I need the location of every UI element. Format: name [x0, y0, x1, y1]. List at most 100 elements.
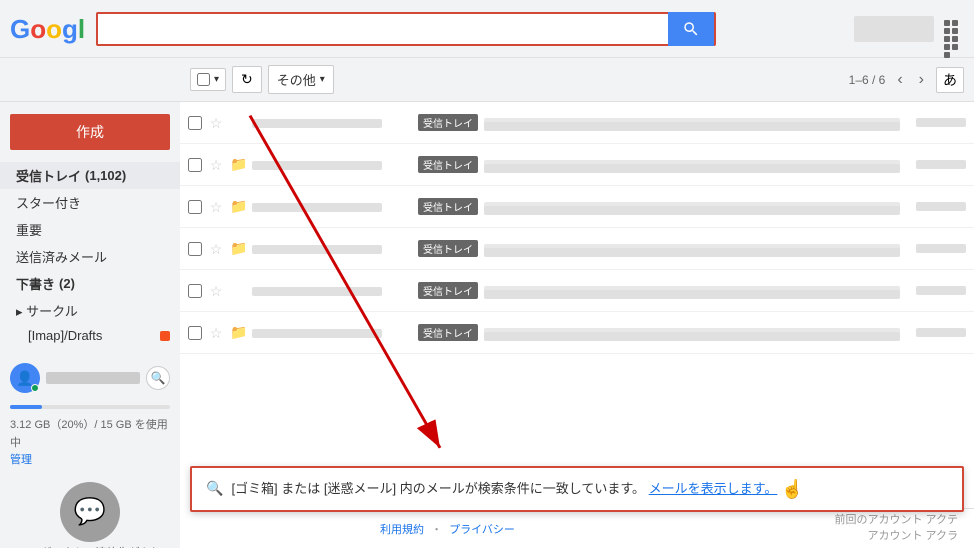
cursor-icon: ☝ [781, 479, 803, 500]
email-subject [484, 160, 900, 170]
row-checkbox[interactable] [188, 242, 202, 256]
sender [252, 199, 412, 214]
show-emails-link[interactable]: メールを表示します。 [649, 481, 778, 496]
folder-icon: 📁 [230, 156, 246, 173]
table-row[interactable]: ☆ 受信トレイ [180, 102, 974, 144]
hangouts-section: 💬 ハングアウトの連絡先があり ません ユーザーを招待 [0, 474, 180, 548]
sidebar-item-drafts[interactable]: 下書き (2) [0, 270, 180, 297]
circles-label: ▸ サークル [16, 301, 78, 320]
email-time [906, 243, 966, 255]
email-label-inbox: 受信トレイ [418, 324, 478, 341]
drafts-label: 下書き [16, 274, 55, 293]
toolbar-left: ▾ ↻ その他 ▾ [190, 65, 334, 94]
footer-left: 利用規約 ・ プライバシー [376, 521, 519, 537]
table-row[interactable]: ☆ 📁 受信トレイ [180, 186, 974, 228]
table-row[interactable]: ☆ 📁 受信トレイ [180, 144, 974, 186]
storage-fill [10, 405, 42, 409]
notification-bar: 🔍 [ゴミ箱] または [迷惑メール] 内のメールが検索条件に一致しています。 … [190, 466, 964, 512]
email-label-inbox: 受信トレイ [418, 240, 478, 257]
drafts-badge: (2) [59, 276, 75, 291]
language-button[interactable]: あ [936, 67, 964, 93]
star-icon[interactable]: ☆ [208, 115, 224, 131]
search-button[interactable] [668, 12, 714, 46]
more-dropdown[interactable]: その他 ▾ [268, 65, 334, 94]
storage-bar [10, 405, 170, 409]
footer-right: 前回のアカウント アクテ アカウント アクラ [834, 513, 958, 544]
sidebar-item-circles[interactable]: ▸ サークル [0, 297, 180, 324]
sent-label: 送信済みメール [16, 247, 107, 266]
star-icon[interactable]: ☆ [208, 283, 224, 299]
sidebar-item-important[interactable]: 重要 [0, 216, 180, 243]
email-subject [484, 244, 900, 254]
email-label-inbox: 受信トレイ [418, 114, 478, 131]
search-input[interactable]: App Store Team [98, 16, 668, 42]
online-indicator [31, 384, 39, 392]
sender [252, 115, 412, 130]
folder-icon: 📁 [230, 240, 246, 257]
star-icon[interactable]: ☆ [208, 325, 224, 341]
star-icon[interactable]: ☆ [208, 241, 224, 257]
select-all-checkbox[interactable] [197, 73, 210, 86]
imap-drafts-label: [Imap]/Drafts [28, 328, 102, 343]
apps-icon[interactable] [942, 18, 964, 40]
contacts-search-button[interactable]: 🔍 [146, 366, 170, 390]
inbox-label: 受信トレイ [16, 166, 81, 185]
avatar-name-placeholder [46, 372, 140, 384]
sender [252, 157, 412, 172]
prev-page-button[interactable]: ‹ [893, 69, 906, 91]
search-icon [682, 20, 700, 38]
avatar[interactable]: 👤 [10, 363, 40, 393]
table-row[interactable]: ☆ 📁 受信トレイ [180, 312, 974, 354]
email-label-inbox: 受信トレイ [418, 282, 478, 299]
header-right [854, 16, 964, 42]
row-checkbox[interactable] [188, 158, 202, 172]
email-subject [484, 118, 900, 128]
email-time [906, 159, 966, 171]
select-chevron[interactable]: ▾ [214, 74, 219, 85]
table-row[interactable]: ☆ 受信トレイ [180, 270, 974, 312]
terms-link[interactable]: 利用規約 [380, 524, 424, 536]
hangouts-no-contacts: ハングアウトの連絡先があり ません [0, 542, 180, 548]
star-icon[interactable]: ☆ [208, 199, 224, 215]
row-checkbox[interactable] [188, 326, 202, 340]
more-chevron-icon: ▾ [320, 74, 325, 85]
sender [252, 325, 412, 340]
star-icon[interactable]: ☆ [208, 157, 224, 173]
avatar-icon: 👤 [16, 370, 33, 387]
hangouts-icon: 💬 [74, 496, 106, 527]
row-checkbox[interactable] [188, 200, 202, 214]
sidebar-item-inbox[interactable]: 受信トレイ (1,102) [0, 162, 180, 189]
search-bar: App Store Team [96, 12, 716, 46]
folder-icon: 📁 [230, 198, 246, 215]
more-label: その他 [277, 70, 316, 89]
sidebar-item-sent[interactable]: 送信済みメール [0, 243, 180, 270]
storage-text: 3.12 GB（20%）/ 15 GB を使用中 [10, 417, 170, 452]
hangouts-avatar: 💬 [60, 482, 120, 542]
imap-dot [160, 331, 170, 341]
select-dropdown[interactable]: ▾ [190, 68, 226, 91]
email-label-inbox: 受信トレイ [418, 156, 478, 173]
compose-button[interactable]: 作成 [10, 114, 170, 150]
toolbar-right: 1–6 / 6 ‹ › あ [849, 67, 964, 93]
sidebar-item-imap-drafts[interactable]: [Imap]/Drafts [0, 324, 180, 347]
footer-separator: ・ [431, 524, 442, 536]
table-row[interactable]: ☆ 📁 受信トレイ [180, 228, 974, 270]
refresh-button[interactable]: ↻ [232, 66, 262, 93]
sidebar-item-starred[interactable]: スター付き [0, 189, 180, 216]
storage-manage[interactable]: 管理 [10, 452, 170, 470]
email-subject [484, 202, 900, 212]
row-checkbox[interactable] [188, 284, 202, 298]
next-page-button[interactable]: › [915, 69, 928, 91]
important-label: 重要 [16, 220, 42, 239]
pagination-text: 1–6 / 6 [849, 73, 886, 87]
footer: 利用規約 ・ プライバシー 前回のアカウント アクテ アカウント アクラ [360, 508, 974, 548]
starred-label: スター付き [16, 193, 81, 212]
privacy-link[interactable]: プライバシー [449, 524, 515, 536]
email-time [906, 117, 966, 129]
google-logo: Google [10, 14, 84, 44]
email-list: ☆ 受信トレイ ☆ 📁 受信トレイ ☆ 📁 [180, 102, 974, 548]
row-checkbox[interactable] [188, 116, 202, 130]
account-text: アカウント アクラ [834, 529, 958, 544]
email-label-inbox: 受信トレイ [418, 198, 478, 215]
svg-text:Google: Google [10, 14, 84, 44]
